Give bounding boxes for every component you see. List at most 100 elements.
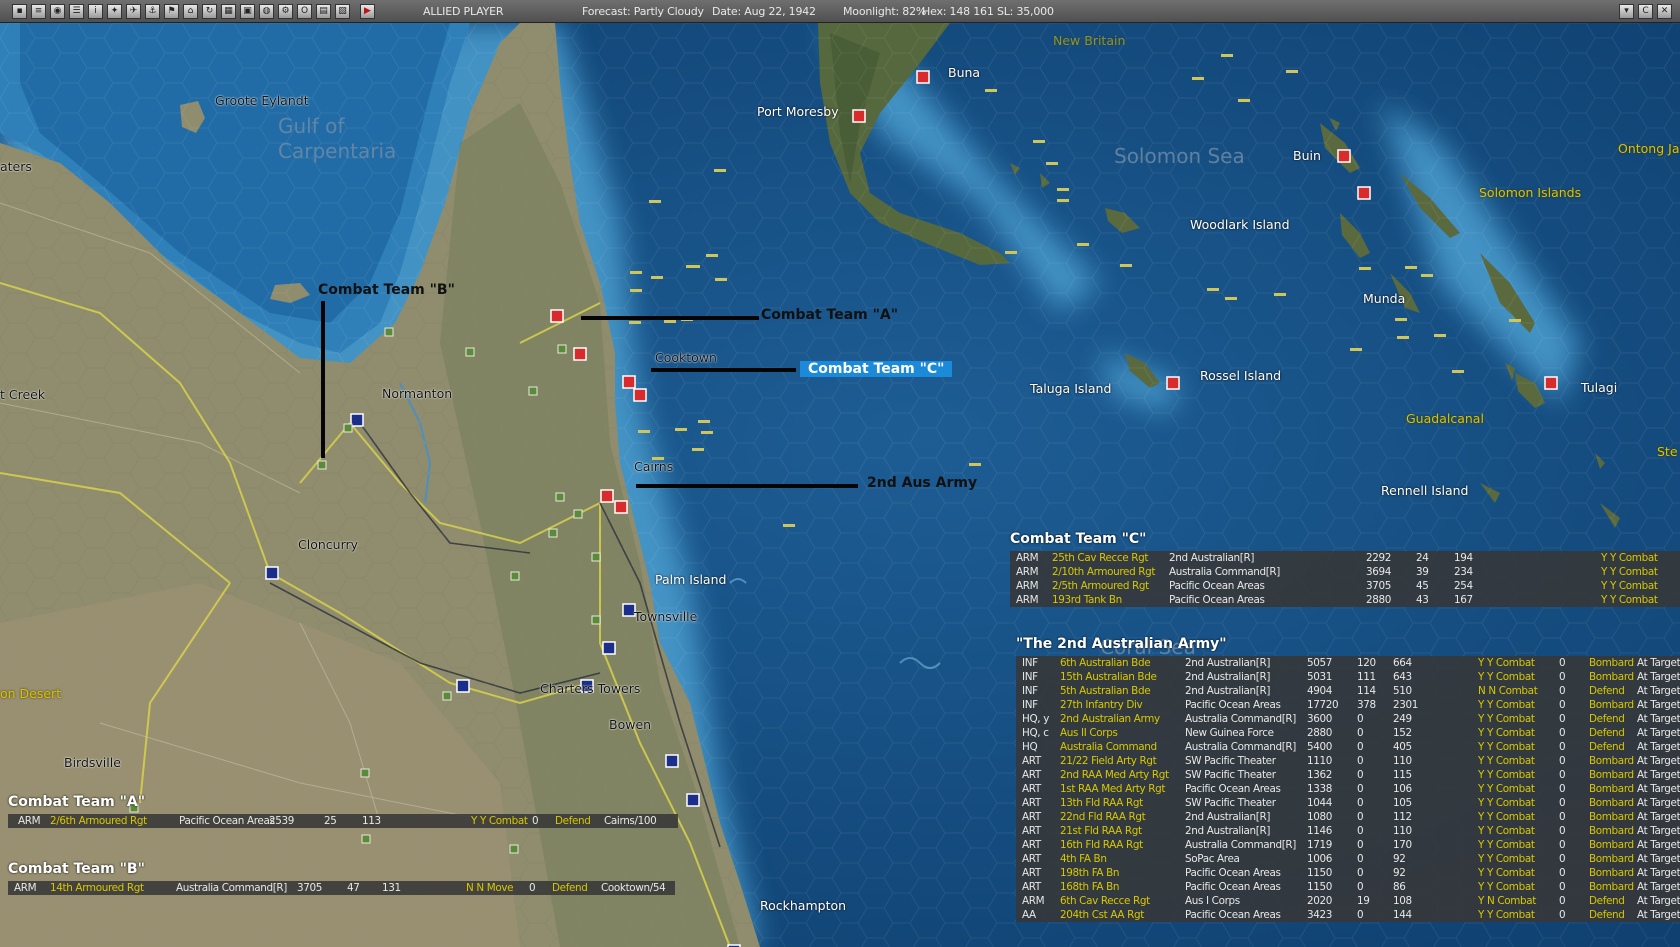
ship-marker[interactable] xyxy=(688,265,700,268)
allied-base-icon[interactable] xyxy=(456,679,470,693)
unit-row[interactable]: ARM 14th Armoured Rgt Australia Command[R]… xyxy=(8,881,675,895)
gear-icon[interactable]: ⚙ xyxy=(278,3,293,19)
globe-icon[interactable]: ◍ xyxy=(259,3,274,19)
unit-row[interactable]: ARM 25th Cav Recce Rgt 2nd Australian[R] 22… xyxy=(1010,551,1680,565)
land-unit-icon[interactable] xyxy=(591,615,601,625)
japanese-base-icon[interactable] xyxy=(1337,149,1351,163)
ship-marker[interactable] xyxy=(1274,293,1286,296)
japanese-base-icon[interactable] xyxy=(614,500,628,514)
japanese-base-icon[interactable] xyxy=(852,109,866,123)
ship-marker[interactable] xyxy=(1434,334,1446,337)
ship-marker[interactable] xyxy=(630,289,642,292)
land-unit-icon[interactable] xyxy=(360,768,370,778)
ship-marker[interactable] xyxy=(1057,199,1069,202)
japanese-base-icon[interactable] xyxy=(550,309,564,323)
c-icon[interactable]: C xyxy=(1638,4,1653,19)
ship-marker[interactable] xyxy=(1207,288,1219,291)
close-icon[interactable]: ✕ xyxy=(1657,4,1672,19)
unit-icon[interactable]: ▣ xyxy=(240,3,255,19)
unit-row[interactable]: HQ Australia Command Australia Command[R] 5… xyxy=(1016,740,1680,754)
land-unit-icon[interactable] xyxy=(343,423,353,433)
land-unit-icon[interactable] xyxy=(510,571,520,581)
allied-base-icon[interactable] xyxy=(350,413,364,427)
game-map[interactable]: Groote Eylandt Gulf of Carpentaria aters… xyxy=(0,23,1680,947)
ship-marker[interactable] xyxy=(1057,188,1069,191)
ship-marker[interactable] xyxy=(1192,77,1204,80)
land-unit-icon[interactable] xyxy=(557,344,567,354)
chart-icon[interactable]: ▦ xyxy=(221,3,236,19)
japanese-base-icon[interactable] xyxy=(573,347,587,361)
ship-marker[interactable] xyxy=(714,169,726,172)
unit-row[interactable]: HQ, y 2nd Australian Army Australia Comman… xyxy=(1016,712,1680,726)
ship-marker[interactable] xyxy=(1359,267,1371,270)
ship-marker[interactable] xyxy=(1077,243,1089,246)
japanese-base-icon[interactable] xyxy=(1357,186,1371,200)
japanese-base-icon[interactable] xyxy=(622,375,636,389)
ship-marker[interactable] xyxy=(1350,348,1362,351)
unit-row[interactable]: ART 198th FA Bn Pacific Ocean Areas 1150 0 92… xyxy=(1016,866,1680,880)
report-icon[interactable]: ▤ xyxy=(316,3,331,19)
list-icon[interactable]: ☰ xyxy=(69,3,84,19)
ship-marker[interactable] xyxy=(629,321,641,324)
unit-row[interactable]: ARM 6th Cav Recce Rgt Aus I Corps 2020 19 108… xyxy=(1016,894,1680,908)
ship-marker[interactable] xyxy=(698,420,710,423)
ship-marker[interactable] xyxy=(701,431,713,434)
ship-marker[interactable] xyxy=(969,463,981,466)
ship-marker[interactable] xyxy=(706,254,718,257)
unit-row[interactable]: ART 168th FA Bn Pacific Ocean Areas 1150 0 86… xyxy=(1016,880,1680,894)
japanese-base-icon[interactable] xyxy=(633,388,647,402)
unit-row[interactable]: ART 22nd Fld RAA Rgt 2nd Australian[R] 1080… xyxy=(1016,810,1680,824)
document-icon[interactable]: ≡ xyxy=(31,3,46,19)
allied-base-icon[interactable] xyxy=(265,566,279,580)
unit-row[interactable]: INF 15th Australian Bde 2nd Australian[R] 5… xyxy=(1016,670,1680,684)
ship-marker[interactable] xyxy=(675,428,687,431)
end-turn-icon[interactable]: ▶ xyxy=(360,3,375,19)
land-unit-icon[interactable] xyxy=(509,844,519,854)
ship-marker[interactable] xyxy=(1225,297,1237,300)
unit-row[interactable]: ARM 2/5th Armoured Rgt Pacific Ocean Areas… xyxy=(1010,579,1680,593)
intel-icon[interactable]: ◉ xyxy=(50,3,65,19)
unit-row[interactable]: AA 204th Cst AA Rgt Pacific Ocean Areas 342… xyxy=(1016,908,1680,922)
unit-row[interactable]: ARM 2/10th Armoured Rgt Australia Command[… xyxy=(1010,565,1680,579)
ship-marker[interactable] xyxy=(1452,370,1464,373)
land-unit-icon[interactable] xyxy=(317,460,327,470)
land-unit-icon[interactable] xyxy=(555,492,565,502)
japanese-base-icon[interactable] xyxy=(1166,376,1180,390)
ship-marker[interactable] xyxy=(664,320,676,323)
unit-row[interactable]: ARM 193rd Tank Bn Pacific Ocean Areas 2880 4… xyxy=(1010,593,1680,607)
ship-marker[interactable] xyxy=(1286,70,1298,73)
save-icon[interactable]: ▪ xyxy=(12,3,27,19)
allied-base-icon[interactable] xyxy=(602,641,616,655)
ship-marker[interactable] xyxy=(1421,274,1433,277)
land-unit-icon[interactable] xyxy=(528,386,538,396)
minimize-icon[interactable]: ▾ xyxy=(1619,4,1634,19)
ship-marker[interactable] xyxy=(1509,319,1521,322)
fleet-icon[interactable]: ⚓ xyxy=(145,3,160,19)
land-unit-icon[interactable] xyxy=(591,552,601,562)
flag-icon[interactable]: ⚑ xyxy=(164,3,179,19)
ship-marker[interactable] xyxy=(630,271,642,274)
aircraft-icon[interactable]: ✈ xyxy=(126,3,141,19)
map-icon[interactable]: ▧ xyxy=(335,3,350,19)
japanese-base-icon[interactable] xyxy=(916,70,930,84)
recycle-icon[interactable]: ↻ xyxy=(202,3,217,19)
ship-marker[interactable] xyxy=(1005,251,1017,254)
ship-marker[interactable] xyxy=(1046,162,1058,165)
land-unit-icon[interactable] xyxy=(442,691,452,701)
land-unit-icon[interactable] xyxy=(465,347,475,357)
unit-row[interactable]: ART 16th Fld RAA Rgt Australia Command[R] 1… xyxy=(1016,838,1680,852)
ship-marker[interactable] xyxy=(1221,54,1233,57)
land-unit-icon[interactable] xyxy=(573,509,583,519)
port-icon[interactable]: ⌂ xyxy=(183,3,198,19)
unit-row[interactable]: ART 4th FA Bn SoPac Area 1006 0 92 Y Y Combat 0… xyxy=(1016,852,1680,866)
japanese-base-icon[interactable] xyxy=(600,489,614,503)
ship-marker[interactable] xyxy=(649,200,661,203)
unit-row[interactable]: ARM 2/6th Armoured Rgt Pacific Ocean Areas… xyxy=(8,814,678,828)
ship-marker[interactable] xyxy=(651,276,663,279)
info-icon[interactable]: i xyxy=(88,3,103,19)
japanese-base-icon[interactable] xyxy=(1544,376,1558,390)
ship-marker[interactable] xyxy=(638,430,650,433)
unit-row[interactable]: ART 2nd RAA Med Arty Rgt SW Pacific Theate… xyxy=(1016,768,1680,782)
airbase-icon[interactable]: ✦ xyxy=(107,3,122,19)
unit-row[interactable]: INF 5th Australian Bde 2nd Australian[R] 49… xyxy=(1016,684,1680,698)
